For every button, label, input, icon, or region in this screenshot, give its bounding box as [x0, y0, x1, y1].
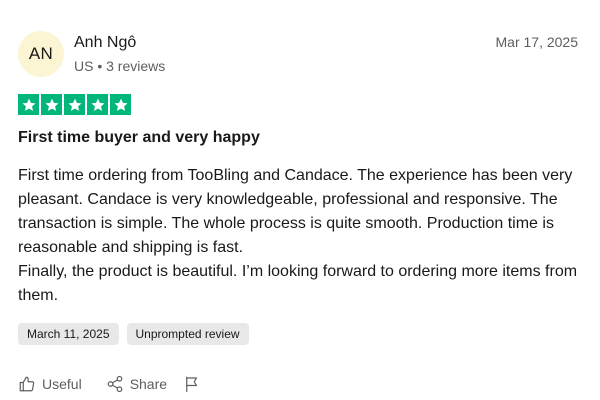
- star-icon: [87, 94, 108, 115]
- review-tags: March 11, 2025 Unprompted review: [18, 323, 249, 345]
- share-label: Share: [129, 376, 168, 392]
- flag-icon: [186, 376, 198, 393]
- review-body: First time ordering from TooBling and Ca…: [18, 164, 588, 308]
- review-title: First time buyer and very happy: [18, 129, 260, 146]
- star-rating: [18, 94, 131, 115]
- useful-label: Useful: [42, 376, 82, 392]
- report-button[interactable]: [183, 375, 201, 393]
- reviewer-meta: US • 3 reviews: [74, 58, 166, 74]
- star-icon: [110, 94, 131, 115]
- review-date: Mar 17, 2025: [495, 34, 579, 50]
- avatar[interactable]: AN: [18, 31, 64, 77]
- review-header: AN Anh Ngô US • 3 reviews Mar 17, 2025: [18, 29, 578, 79]
- star-icon: [41, 94, 62, 115]
- review-actions: Useful Share: [18, 375, 201, 393]
- unprompted-review-tag[interactable]: Unprompted review: [126, 323, 249, 345]
- share-icon: [107, 375, 123, 393]
- reviewer-name[interactable]: Anh Ngô: [74, 34, 136, 52]
- star-icon: [64, 94, 85, 115]
- share-button[interactable]: Share: [106, 375, 167, 393]
- review-paragraph: First time ordering from TooBling and Ca…: [18, 167, 573, 256]
- star-icon: [18, 94, 39, 115]
- useful-button[interactable]: Useful: [18, 375, 82, 393]
- thumbs-up-icon: [19, 376, 35, 392]
- experience-date-tag: March 11, 2025: [18, 323, 119, 345]
- review-paragraph: Finally, the product is beautiful. I’m l…: [18, 263, 578, 304]
